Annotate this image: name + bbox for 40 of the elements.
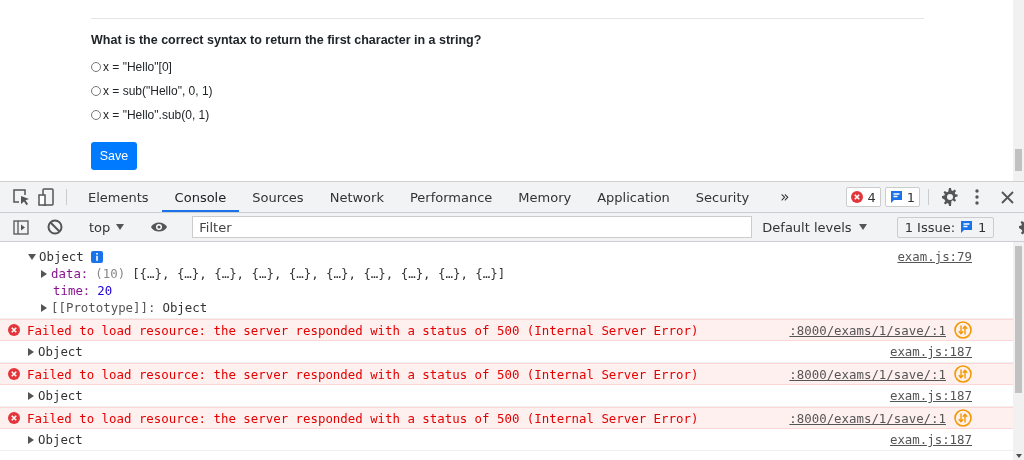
object-label[interactable]: Object [39, 249, 84, 264]
error-message: Failed to load resource: the server responded with a status of 500 (Internal Server Error) [27, 322, 700, 338]
devtools-tab[interactable]: Sources [239, 184, 317, 212]
message-count-button[interactable]: 1 [884, 187, 920, 207]
devtools-tab[interactable]: Elements [75, 184, 162, 212]
source-link[interactable]: exam.js:79 [897, 249, 972, 264]
option-label[interactable]: x = "Hello".sub(0, 1) [103, 108, 210, 122]
error-message: Failed to load resource: the server responded with a status of 500 (Internal Server Error) [27, 410, 700, 426]
array-length: (10) [95, 266, 126, 281]
property-key: time: [53, 283, 91, 298]
property-value: 20 [97, 283, 113, 298]
property-value: Object [162, 300, 208, 315]
option-label[interactable]: x = "Hello"[0] [103, 60, 172, 74]
option-label[interactable]: x = sub("Hello", 0, 1) [103, 84, 213, 98]
error-message: Failed to load resource: the server responded with a status of 500 (Internal Server Error) [27, 366, 700, 382]
source-link[interactable]: :8000/exams/1/save/:1 [789, 366, 946, 382]
save-button[interactable]: Save [91, 142, 137, 170]
source-link[interactable]: :8000/exams/1/save/:1 [789, 322, 946, 338]
source-link[interactable]: exam.js:187 [889, 344, 972, 359]
error-count-button[interactable]: 4 [846, 187, 881, 207]
object-label[interactable]: Object [38, 344, 83, 359]
question-text: What is the correct syntax to return the first character in a string? [91, 33, 483, 47]
filter-field[interactable]: Filter [192, 216, 753, 238]
source-link[interactable]: exam.js:187 [889, 432, 972, 447]
property-value: [{…}, {…}, {…}, {…}, {…}, {…}, {…}, {…}, {…}, {…}] [132, 266, 506, 281]
more-tabs-button[interactable]: » [762, 182, 808, 212]
devtools-tab[interactable]: Performance [396, 184, 506, 212]
object-label[interactable]: Object [38, 432, 83, 447]
property-key: [[Prototype]]: [51, 300, 156, 315]
log-levels-dropdown[interactable]: Default levels [752, 219, 877, 235]
devtools-tab[interactable]: Application [584, 184, 683, 212]
context-dropdown[interactable]: top [83, 219, 131, 235]
devtools-tab[interactable]: Memory [505, 184, 585, 212]
object-label[interactable]: Object [38, 388, 83, 403]
devtools-tab[interactable]: Network [316, 184, 397, 212]
issues-button[interactable]: 1 Issue: 1 [896, 216, 995, 238]
source-link[interactable]: :8000/exams/1/save/:1 [789, 410, 946, 426]
property-key: data: [51, 266, 89, 281]
source-link[interactable]: exam.js:187 [889, 388, 972, 403]
devtools-tab[interactable]: Security [682, 184, 763, 212]
